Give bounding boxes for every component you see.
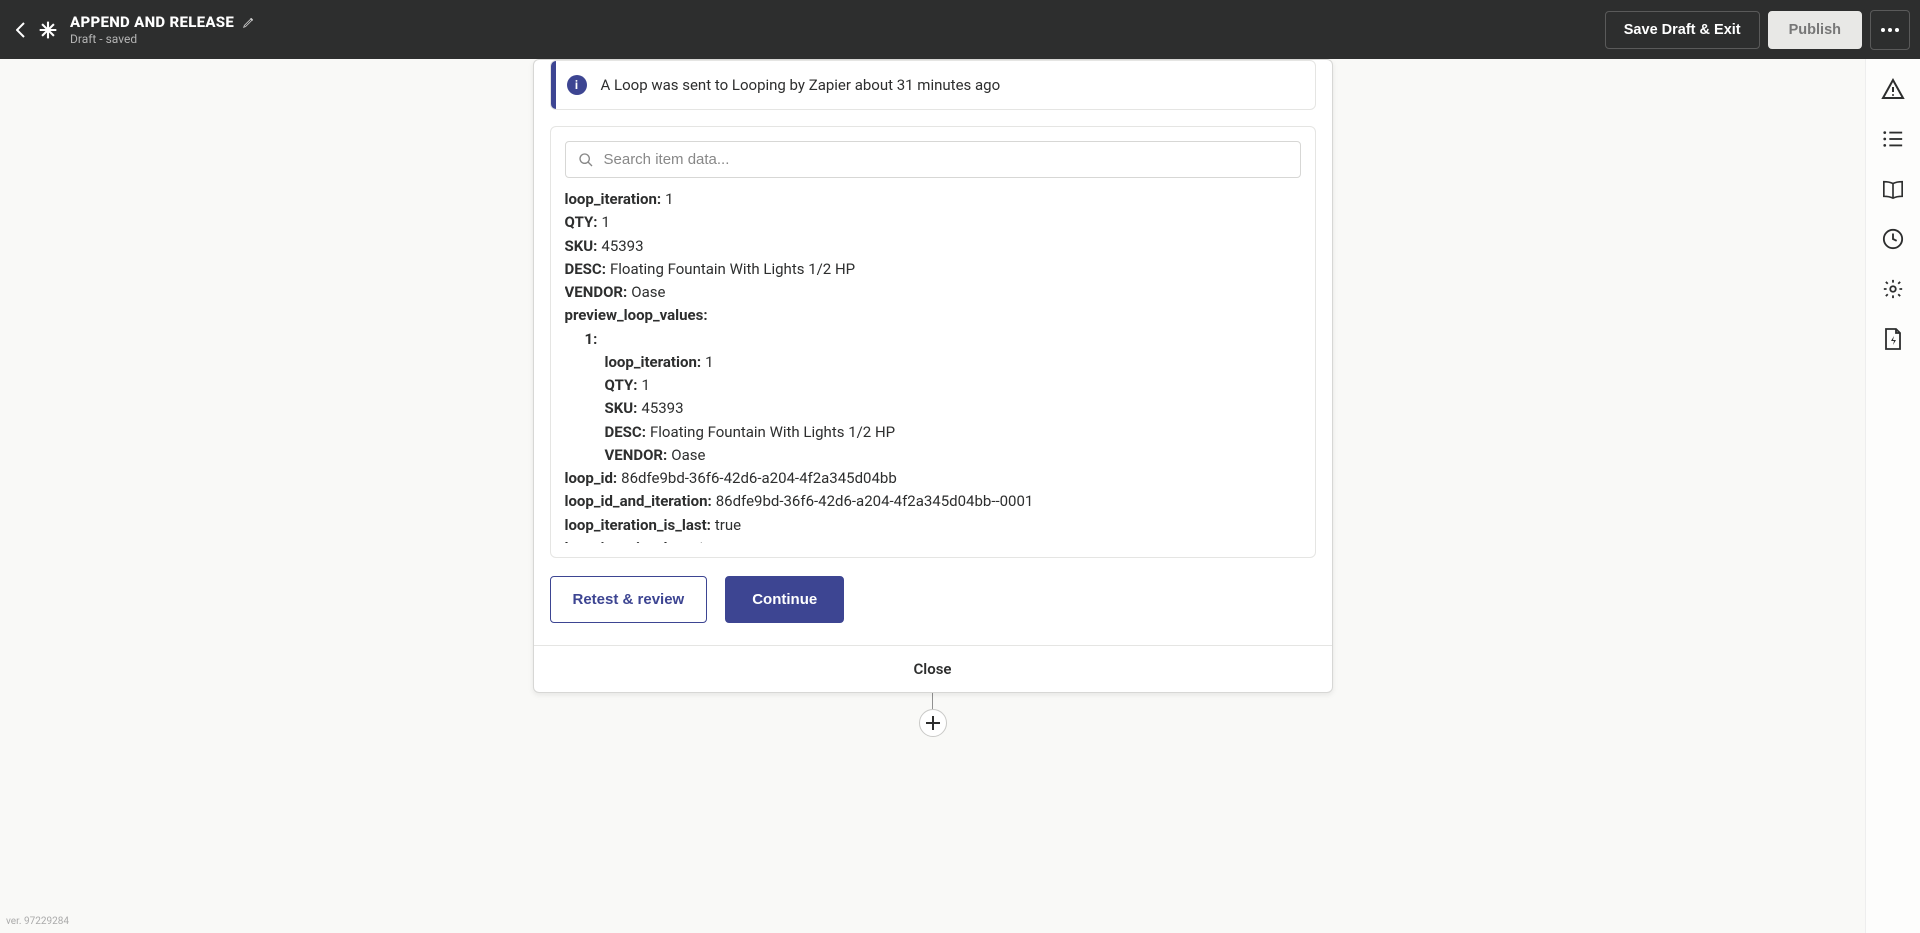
- info-banner: i A Loop was sent to Looping by Zapier a…: [550, 60, 1316, 110]
- data-value: 1: [705, 351, 713, 374]
- file-bolt-icon: [1883, 327, 1903, 351]
- data-value: Oase: [671, 444, 705, 467]
- asterisk-icon: [38, 20, 58, 40]
- test-data-card: loop_iteration: 1QTY: 1SKU: 45393DESC: F…: [550, 126, 1316, 558]
- data-row[interactable]: loop_iteration_is_last: true: [565, 514, 1295, 537]
- data-key: QTY:: [565, 211, 598, 234]
- search-wrapper[interactable]: [565, 141, 1301, 178]
- data-key: loop_id:: [565, 467, 618, 490]
- canvas-scroll[interactable]: i A Loop was sent to Looping by Zapier a…: [0, 59, 1865, 933]
- data-key: preview_loop_values:: [565, 304, 708, 327]
- list-icon: [1882, 128, 1904, 150]
- data-row[interactable]: DESC: Floating Fountain With Lights 1/2 …: [565, 258, 1295, 281]
- data-row[interactable]: QTY: 1: [565, 374, 1295, 397]
- data-key: DESC:: [565, 258, 606, 281]
- zap-title: APPEND AND RELEASE: [70, 13, 234, 31]
- data-row[interactable]: loop_id: 86dfe9bd-36f6-42d6-a204-4f2a345…: [565, 467, 1295, 490]
- zap-subtitle: Draft - saved: [70, 32, 256, 46]
- data-row[interactable]: loop_id_and_iteration: 86dfe9bd-36f6-42d…: [565, 490, 1295, 513]
- data-key: QTY:: [605, 374, 638, 397]
- title-block: APPEND AND RELEASE Draft - saved: [70, 13, 256, 46]
- data-key: SKU:: [605, 397, 638, 420]
- data-row[interactable]: loop_iteration_last: 1: [565, 537, 1295, 543]
- data-value: Floating Fountain With Lights 1/2 HP: [650, 421, 895, 444]
- data-value: Floating Fountain With Lights 1/2 HP: [610, 258, 855, 281]
- header-left: APPEND AND RELEASE Draft - saved: [16, 13, 256, 46]
- publish-button: Publish: [1768, 11, 1862, 49]
- step-editor-panel: i A Loop was sent to Looping by Zapier a…: [533, 59, 1333, 693]
- data-value: Oase: [631, 281, 665, 304]
- data-row[interactable]: preview_loop_values:: [565, 304, 1295, 327]
- chevron-left-icon: [16, 22, 26, 38]
- dots-horizontal-icon: [1881, 28, 1899, 32]
- data-value: 1: [697, 537, 705, 543]
- action-buttons-row: Retest & review Continue: [534, 576, 1332, 645]
- data-value: 1: [602, 211, 610, 234]
- data-row[interactable]: SKU: 45393: [565, 235, 1295, 258]
- data-row[interactable]: QTY: 1: [565, 211, 1295, 234]
- plus-icon: [926, 716, 940, 730]
- close-button[interactable]: Close: [534, 645, 1332, 692]
- data-row[interactable]: VENDOR: Oase: [565, 444, 1295, 467]
- data-row[interactable]: loop_iteration: 1: [565, 188, 1295, 211]
- data-key: loop_iteration:: [565, 188, 662, 211]
- warning-icon: [1881, 76, 1905, 102]
- add-step-button[interactable]: [919, 709, 947, 737]
- save-draft-button[interactable]: Save Draft & Exit: [1605, 11, 1760, 49]
- version-label: ver. 97229284: [6, 916, 69, 927]
- data-key: SKU:: [565, 235, 598, 258]
- data-value: 1: [665, 188, 673, 211]
- more-menu-button[interactable]: [1870, 10, 1910, 50]
- clock-icon: [1882, 228, 1904, 250]
- data-value: 45393: [641, 397, 683, 420]
- guide-button[interactable]: [1881, 177, 1905, 201]
- info-icon: i: [567, 75, 587, 95]
- data-value: true: [715, 514, 741, 537]
- data-key: VENDOR:: [605, 444, 668, 467]
- data-row[interactable]: VENDOR: Oase: [565, 281, 1295, 304]
- alerts-button[interactable]: [1881, 77, 1905, 101]
- retest-button[interactable]: Retest & review: [550, 576, 708, 623]
- data-key: VENDOR:: [565, 281, 628, 304]
- data-key: 1:: [585, 328, 598, 351]
- header-right: Save Draft & Exit Publish: [1605, 10, 1910, 50]
- app-header: APPEND AND RELEASE Draft - saved Save Dr…: [0, 0, 1920, 59]
- data-key: loop_id_and_iteration:: [565, 490, 712, 513]
- pencil-icon[interactable]: [242, 15, 256, 29]
- data-value: 86dfe9bd-36f6-42d6-a204-4f2a345d04bb--00…: [716, 490, 1034, 513]
- search-input[interactable]: [604, 151, 1288, 168]
- search-icon: [578, 152, 594, 168]
- right-rail: [1865, 59, 1920, 933]
- data-key: loop_iteration:: [605, 351, 702, 374]
- zap-title-row: APPEND AND RELEASE: [70, 13, 256, 31]
- power-button[interactable]: [1881, 327, 1905, 351]
- data-value: 1: [642, 374, 650, 397]
- data-key: loop_iteration_last:: [565, 537, 693, 543]
- data-row[interactable]: SKU: 45393: [565, 397, 1295, 420]
- data-row[interactable]: loop_iteration: 1: [565, 351, 1295, 374]
- data-value: 86dfe9bd-36f6-42d6-a204-4f2a345d04bb: [621, 467, 897, 490]
- data-key: loop_iteration_is_last:: [565, 514, 711, 537]
- gear-icon: [1882, 278, 1904, 300]
- data-row[interactable]: 1:: [565, 328, 1295, 351]
- data-row[interactable]: DESC: Floating Fountain With Lights 1/2 …: [565, 421, 1295, 444]
- data-value: 45393: [601, 235, 643, 258]
- info-banner-text: A Loop was sent to Looping by Zapier abo…: [601, 76, 1001, 94]
- outline-button[interactable]: [1881, 127, 1905, 151]
- data-key: DESC:: [605, 421, 646, 444]
- history-button[interactable]: [1881, 227, 1905, 251]
- continue-button[interactable]: Continue: [725, 576, 844, 623]
- data-list[interactable]: loop_iteration: 1QTY: 1SKU: 45393DESC: F…: [565, 188, 1301, 543]
- book-icon: [1882, 178, 1904, 200]
- canvas-area: i A Loop was sent to Looping by Zapier a…: [0, 59, 1920, 933]
- app-logo: [38, 20, 58, 40]
- back-button[interactable]: [16, 22, 26, 38]
- settings-button[interactable]: [1881, 277, 1905, 301]
